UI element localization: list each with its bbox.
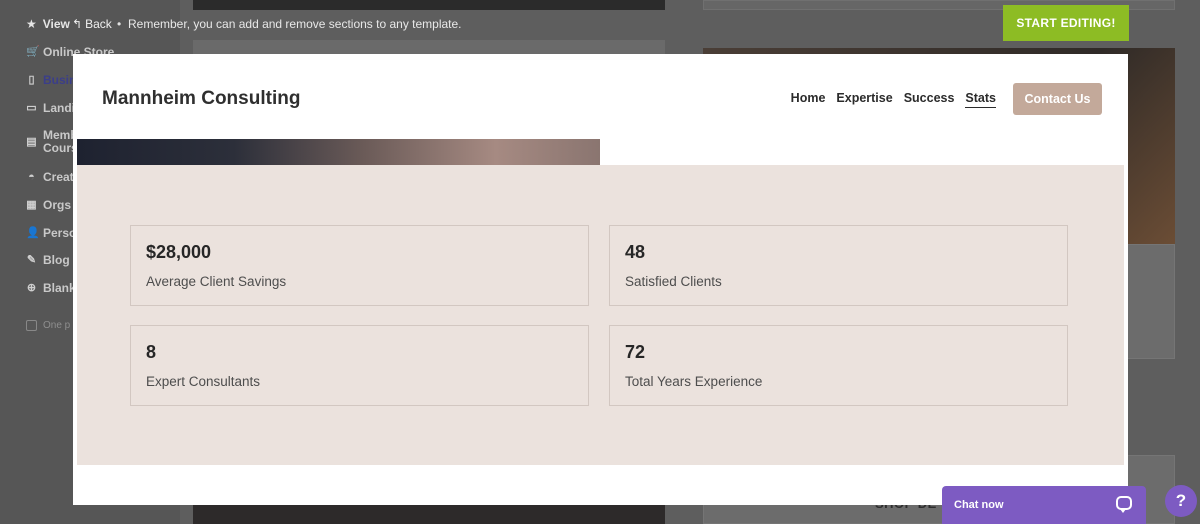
template-preview-modal: Mannheim Consulting Home Expertise Succe…	[73, 54, 1128, 505]
nav-home[interactable]: Home	[791, 91, 826, 108]
star-icon: ★	[26, 17, 37, 31]
sidebar-item-blog[interactable]: ✎ Blog	[26, 253, 70, 267]
view-label: ★ View	[26, 17, 70, 31]
stat-card: $28,000 Average Client Savings	[130, 225, 589, 306]
sidebar-item-creative[interactable]: ◓ Creat	[26, 170, 74, 184]
sidebar-item-landing[interactable]: ▭ Landi	[26, 101, 75, 115]
site-brand[interactable]: Mannheim Consulting	[102, 88, 300, 110]
stats-section: $28,000 Average Client Savings 48 Satisf…	[77, 165, 1124, 465]
one-page-checkbox[interactable]: One p	[26, 320, 70, 331]
stat-card: 72 Total Years Experience	[609, 325, 1068, 406]
preview-topbar: ★ View ↰ Back • Remember, you can add and …	[0, 0, 1200, 48]
id-card-icon: ▤	[26, 135, 37, 148]
template-hint: Remember, you can add and remove section…	[128, 17, 462, 31]
user-icon: 👤	[26, 226, 40, 239]
stat-label: Expert Consultants	[146, 374, 261, 389]
stat-card: 48 Satisfied Clients	[609, 225, 1068, 306]
sidebar-item-membership[interactable]: ▤ Memb Cours	[26, 129, 77, 155]
site-header: Mannheim Consulting Home Expertise Succe…	[73, 54, 1128, 138]
stat-card: 8 Expert Consultants	[130, 325, 589, 406]
stat-label: Satisfied Clients	[625, 274, 722, 289]
hero-image-strip	[77, 139, 600, 165]
contact-us-button[interactable]: Contact Us	[1013, 83, 1102, 115]
help-button[interactable]: ?	[1165, 485, 1197, 517]
cart-icon: 🛒	[26, 45, 40, 58]
stat-value: 48	[625, 242, 646, 262]
back-link[interactable]: ↰ Back	[72, 17, 112, 31]
stat-label: Average Client Savings	[146, 274, 287, 289]
palette-icon: ◓	[28, 170, 35, 183]
sidebar-item-orgs[interactable]: ▦ Orgs	[26, 198, 71, 212]
separator: •	[117, 17, 122, 31]
back-arrow-icon: ↰	[72, 17, 83, 31]
nav-expertise[interactable]: Expertise	[836, 91, 892, 108]
sidebar-item-business[interactable]: ▯ Busin	[26, 73, 76, 87]
window-icon: ▭	[26, 101, 37, 114]
sidebar-item-blank[interactable]: ⊕ Blank	[26, 281, 76, 295]
building-icon: ▦	[26, 198, 37, 211]
sidebar-item-personal[interactable]: 👤 Perso	[26, 226, 76, 240]
checkbox-icon	[26, 320, 37, 331]
chat-label: Chat now	[954, 499, 1004, 511]
start-editing-button[interactable]: START EDITING!	[1003, 5, 1129, 41]
nav-success[interactable]: Success	[904, 91, 955, 108]
nav-stats[interactable]: Stats	[965, 91, 996, 108]
chat-bubble-icon	[1116, 496, 1132, 513]
stat-value: 72	[625, 342, 646, 362]
stat-label: Total Years Experience	[625, 374, 763, 389]
stat-value: $28,000	[146, 242, 212, 262]
pen-icon: ✎	[26, 253, 37, 266]
stat-value: 8	[146, 342, 157, 362]
plus-circle-icon: ⊕	[26, 281, 37, 294]
site-nav: Home Expertise Success Stats	[791, 91, 996, 108]
chat-now-widget[interactable]: Chat now	[942, 486, 1146, 524]
clipboard-icon: ▯	[28, 73, 35, 86]
